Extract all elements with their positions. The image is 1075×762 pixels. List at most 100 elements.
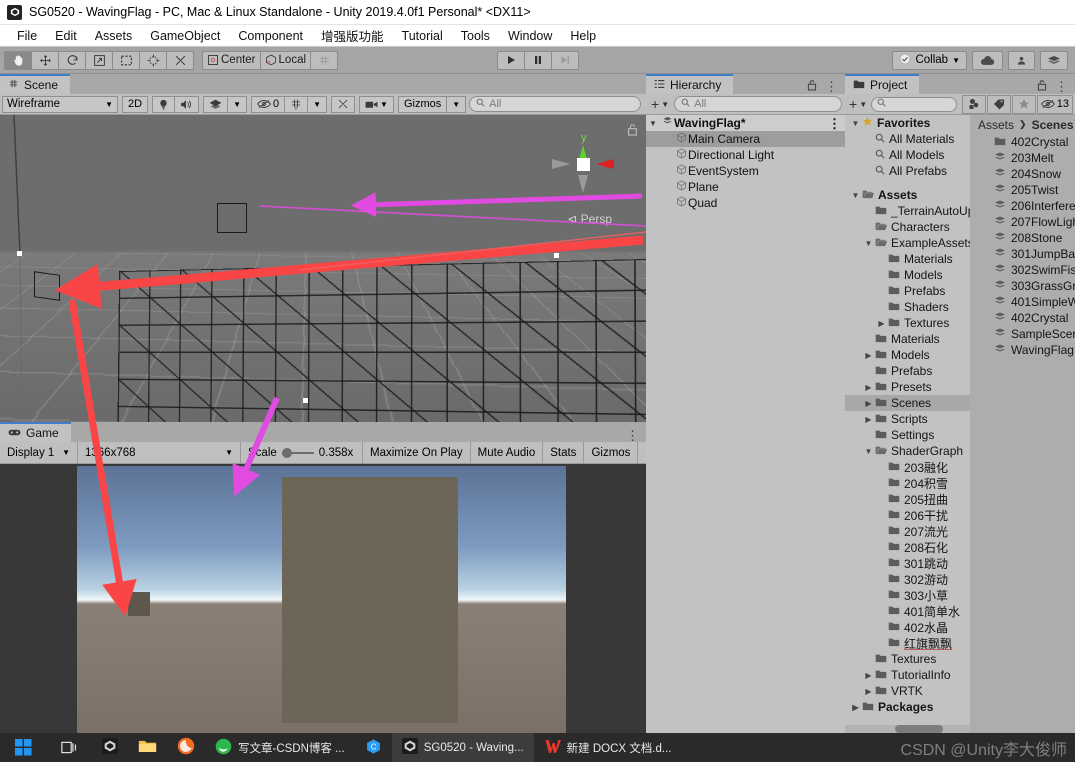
game-viewport[interactable] xyxy=(0,464,646,762)
project-tree-item[interactable]: 204积雪 xyxy=(845,475,970,491)
project-tree-item[interactable]: 206干扰 xyxy=(845,507,970,523)
audio-toggle-button[interactable] xyxy=(174,95,200,113)
project-tree-item[interactable]: Textures xyxy=(845,651,970,667)
project-tree-item[interactable]: 208石化 xyxy=(845,539,970,555)
project-tree-item[interactable]: _TerrainAutoUpgrade xyxy=(845,203,970,219)
project-asset-item[interactable]: 402Crystal xyxy=(970,310,1075,326)
chevron-down-icon[interactable]: ▼ xyxy=(849,191,862,200)
lighting-toggle-button[interactable] xyxy=(152,95,176,113)
gizmos-button[interactable]: Gizmos xyxy=(397,95,448,113)
gizmos-dropdown[interactable]: ▼ xyxy=(446,95,467,113)
tab-project[interactable]: Project xyxy=(845,74,920,94)
tab-game[interactable]: Game xyxy=(0,422,71,442)
chevron-right-icon[interactable]: ▶ xyxy=(862,687,875,696)
pause-button[interactable] xyxy=(523,50,552,70)
tab-hierarchy[interactable]: Hierarchy xyxy=(646,74,734,94)
shading-mode-dropdown[interactable]: Wireframe ▼ xyxy=(2,95,118,113)
chevron-right-icon[interactable]: ▶ xyxy=(875,319,888,328)
scene-viewport[interactable]: y x ⊲ Persp xyxy=(0,115,646,422)
menu-assets[interactable]: Assets xyxy=(86,27,142,45)
chevron-right-icon[interactable]: ▶ xyxy=(849,703,862,712)
project-tree-item[interactable]: Characters xyxy=(845,219,970,235)
hidden-objects-button[interactable]: 0 xyxy=(250,95,286,113)
layers-dropdown[interactable] xyxy=(1040,50,1068,70)
mute-audio-button[interactable]: Mute Audio xyxy=(471,441,544,464)
project-contents[interactable]: Assets ❯ Scenes 402Crystal 203Melt 204Snow… xyxy=(970,115,1075,733)
project-lock-icon[interactable] xyxy=(1037,79,1047,94)
project-asset-item[interactable]: 208Stone xyxy=(970,230,1075,246)
play-button[interactable] xyxy=(496,50,525,70)
project-asset-item[interactable]: SampleScene xyxy=(970,326,1075,342)
project-tree-item[interactable]: 302游动 xyxy=(845,571,970,587)
toggle-2d-button[interactable]: 2D xyxy=(122,95,149,113)
project-tree-item[interactable]: ▶ Scenes xyxy=(845,395,970,411)
menu-edit[interactable]: Edit xyxy=(46,27,86,45)
cloud-services-button[interactable] xyxy=(972,50,1003,70)
menu-tools[interactable]: Tools xyxy=(452,27,499,45)
project-asset-item[interactable]: 301JumpBall xyxy=(970,246,1075,262)
menu-tutorial[interactable]: Tutorial xyxy=(393,27,452,45)
scene-tools-button[interactable] xyxy=(331,95,356,113)
hierarchy-add-button[interactable]: + ▼ xyxy=(649,96,671,112)
project-asset-item[interactable]: 207FlowLight xyxy=(970,214,1075,230)
hierarchy-item-directional-light[interactable]: Directional Light xyxy=(646,147,845,163)
maximize-on-play-button[interactable]: Maximize On Play xyxy=(363,441,471,464)
project-asset-item[interactable]: 205Twist xyxy=(970,182,1075,198)
stats-button[interactable]: Stats xyxy=(543,441,585,464)
project-tree-item[interactable]: ▶ Scripts xyxy=(845,411,970,427)
project-tree-item[interactable]: Materials xyxy=(845,331,970,347)
project-tree-item[interactable]: ▶ VRTK xyxy=(845,683,970,699)
game-gizmos-button[interactable]: Gizmos xyxy=(584,441,639,464)
scene-persp-label[interactable]: ⊲ Persp xyxy=(567,212,612,226)
project-asset-item[interactable]: 204Snow xyxy=(970,166,1075,182)
project-tree-item[interactable]: ▼ Favorites xyxy=(845,115,970,131)
transform-tool-button[interactable] xyxy=(139,50,167,70)
display-dropdown[interactable]: Display 1 ▼ xyxy=(0,441,78,464)
chevron-right-icon[interactable]: ▶ xyxy=(862,383,875,392)
chevron-down-icon[interactable]: ▼ xyxy=(862,239,875,248)
hierarchy-scene-row[interactable]: ▼ WavingFlag* ⋮ xyxy=(646,115,845,131)
effects-toggle-button[interactable] xyxy=(203,95,229,113)
collab-button[interactable]: Collab ▼ xyxy=(892,50,967,70)
project-tree-item[interactable]: ▼ ShaderGraph xyxy=(845,443,970,459)
resolution-dropdown[interactable]: 1366x768 ▼ xyxy=(78,441,241,464)
menu-help[interactable]: Help xyxy=(561,27,605,45)
hierarchy-scene-menu-icon[interactable]: ⋮ xyxy=(828,117,841,130)
project-asset-item[interactable]: 302SwimFish xyxy=(970,262,1075,278)
project-tree-item[interactable]: 207流光 xyxy=(845,523,970,539)
project-tree-item[interactable]: ▶ TutorialInfo xyxy=(845,667,970,683)
project-tree-item[interactable]: Prefabs xyxy=(845,283,970,299)
project-tree-item[interactable]: ▶ Models xyxy=(845,347,970,363)
filter-by-type-button[interactable] xyxy=(961,94,986,114)
custom-editor-tool-button[interactable] xyxy=(166,50,194,70)
menu-gameobject[interactable]: GameObject xyxy=(141,27,229,45)
grid-visibility-dropdown[interactable]: ▼ xyxy=(307,95,328,113)
hierarchy-panel-menu-icon[interactable]: ⋮ xyxy=(825,80,838,93)
project-tree-item[interactable]: 205扭曲 xyxy=(845,491,970,507)
file-explorer-taskbar-icon[interactable] xyxy=(128,733,167,762)
grid-snap-toggle[interactable] xyxy=(310,50,339,70)
handle-rotation-button[interactable]: Local xyxy=(259,50,312,70)
chevron-down-icon[interactable]: ▼ xyxy=(646,119,660,128)
filter-favorites-button[interactable] xyxy=(1011,94,1036,114)
chevron-right-icon[interactable]: ▶ xyxy=(862,399,875,408)
project-tree-item[interactable]: ▼ Assets xyxy=(845,187,970,203)
project-asset-item[interactable]: 401SimpleWater xyxy=(970,294,1075,310)
project-tree-item[interactable]: ▶ Textures xyxy=(845,315,970,331)
project-tree-item[interactable]: ▶ Presets xyxy=(845,379,970,395)
hidden-packages-button[interactable]: 13 xyxy=(1036,94,1073,114)
unity-hub-taskbar-icon[interactable] xyxy=(92,733,128,762)
menu-enhanced-features[interactable]: 增强版功能 xyxy=(312,24,393,47)
scale-tool-button[interactable] xyxy=(85,50,113,70)
windows-start-icon[interactable] xyxy=(0,733,46,762)
task-view-icon[interactable] xyxy=(46,733,92,762)
hierarchy-item-quad[interactable]: Quad xyxy=(646,195,845,211)
chevron-down-icon[interactable]: ▼ xyxy=(862,447,875,456)
project-tree[interactable]: ▼ Favorites All Materials All Models All Pre… xyxy=(845,115,970,733)
scale-slider[interactable]: Scale 0.358x xyxy=(241,441,363,464)
project-tree-item[interactable]: Models xyxy=(845,267,970,283)
project-panel-menu-icon[interactable]: ⋮ xyxy=(1055,80,1068,93)
filter-by-label-button[interactable] xyxy=(986,94,1011,114)
project-tree-item[interactable]: 301跳动 xyxy=(845,555,970,571)
breadcrumb-assets[interactable]: Assets xyxy=(978,118,1014,132)
